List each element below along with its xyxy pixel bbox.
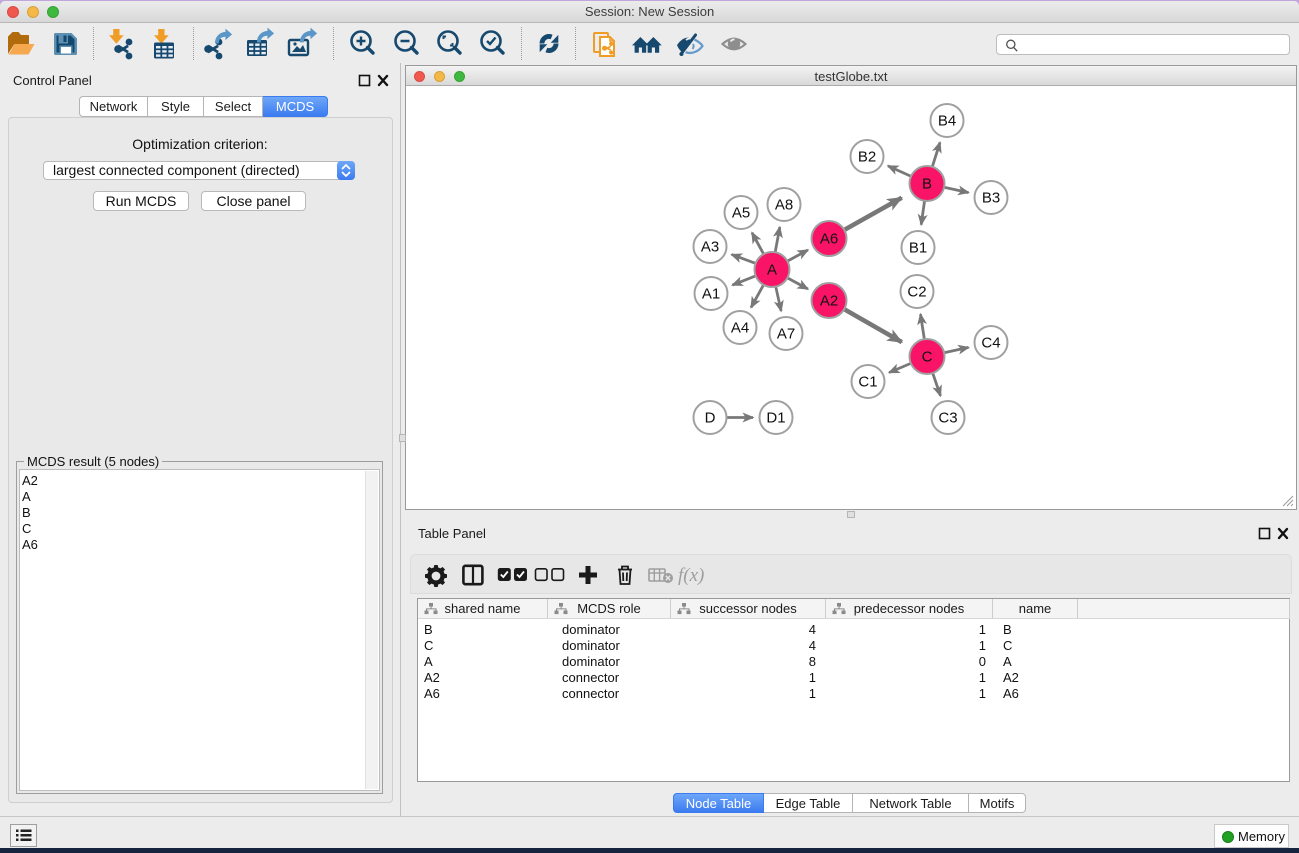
svg-text:A7: A7: [777, 326, 795, 343]
svg-text:B3: B3: [982, 190, 1000, 207]
svg-text:C2: C2: [907, 284, 926, 301]
svg-text:A1: A1: [702, 286, 720, 303]
svg-text:A4: A4: [731, 320, 749, 337]
svg-text:D: D: [705, 410, 716, 427]
svg-text:A6: A6: [820, 231, 838, 248]
svg-text:B2: B2: [858, 149, 876, 166]
svg-text:B1: B1: [909, 240, 927, 257]
svg-text:A8: A8: [775, 197, 793, 214]
svg-text:C3: C3: [938, 410, 957, 427]
svg-text:A3: A3: [701, 239, 719, 256]
svg-text:A5: A5: [732, 205, 750, 222]
svg-text:C1: C1: [858, 374, 877, 391]
svg-text:B: B: [922, 176, 932, 193]
svg-text:C4: C4: [981, 335, 1000, 352]
svg-text:A2: A2: [820, 293, 838, 310]
svg-text:C: C: [922, 349, 933, 366]
svg-text:B4: B4: [938, 113, 956, 130]
svg-text:A: A: [767, 262, 777, 279]
svg-text:D1: D1: [766, 410, 785, 427]
svg-text:f(x): f(x): [678, 565, 704, 586]
